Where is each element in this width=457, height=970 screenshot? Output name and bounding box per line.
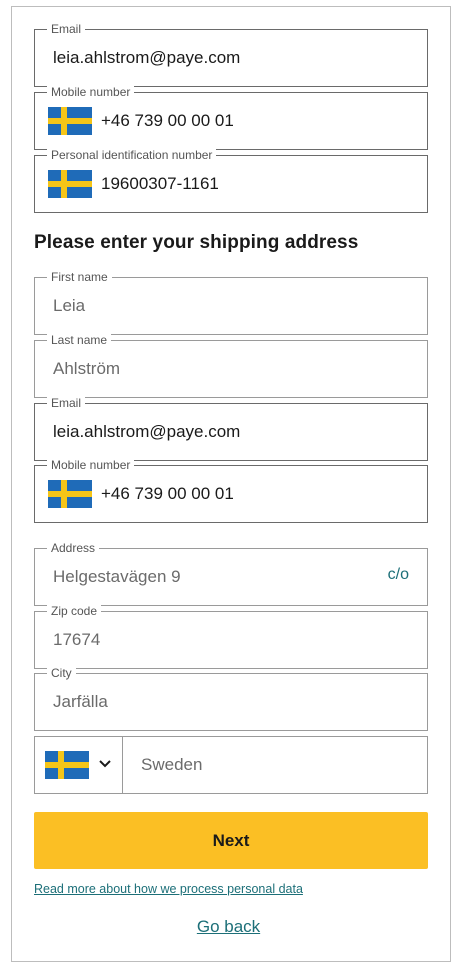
- sweden-flag-icon: [45, 751, 89, 779]
- go-back-link[interactable]: Go back: [0, 917, 457, 937]
- address-field[interactable]: Address Helgestavägen 9 c/o: [34, 541, 428, 606]
- shipping-email-field[interactable]: Email leia.ahlstrom@paye.com: [34, 396, 428, 461]
- privacy-link[interactable]: Read more about how we process personal …: [34, 882, 303, 896]
- sweden-flag-icon: [48, 480, 92, 508]
- last-name-value: Ahlström: [53, 359, 121, 378]
- contact-mobile-field[interactable]: Mobile number +46 739 00 00 01: [34, 85, 428, 150]
- country-picker-button[interactable]: [35, 737, 123, 793]
- contact-pin-value: 19600307-1161: [101, 174, 219, 193]
- country-select: Sweden: [34, 736, 428, 794]
- shipping-mobile-value: +46 739 00 00 01: [101, 484, 234, 503]
- zip-code-field[interactable]: Zip code 17674: [34, 604, 428, 669]
- shipping-mobile-field[interactable]: Mobile number +46 739 00 00 01: [34, 458, 428, 523]
- first-name-field[interactable]: First name Leia: [34, 270, 428, 335]
- care-of-link[interactable]: c/o: [388, 549, 409, 605]
- country-value[interactable]: Sweden: [141, 737, 202, 793]
- contact-pin-field[interactable]: Personal identification number 19600307-…: [34, 148, 428, 213]
- sweden-flag-icon: [48, 107, 92, 135]
- contact-email-field[interactable]: Email leia.ahlstrom@paye.com: [34, 22, 428, 87]
- shipping-heading: Please enter your shipping address: [34, 232, 359, 253]
- last-name-field[interactable]: Last name Ahlström: [34, 333, 428, 398]
- chevron-down-icon: [99, 760, 111, 768]
- contact-mobile-value: +46 739 00 00 01: [101, 111, 234, 130]
- zip-code-value: 17674: [53, 630, 101, 649]
- first-name-value: Leia: [53, 296, 86, 315]
- shipping-email-value: leia.ahlstrom@paye.com: [53, 422, 241, 441]
- city-field[interactable]: City Jarfälla: [34, 666, 428, 731]
- address-value: Helgestavägen 9: [53, 567, 181, 586]
- city-value: Jarfälla: [53, 692, 108, 711]
- contact-email-value: leia.ahlstrom@paye.com: [53, 48, 241, 67]
- next-button[interactable]: Next: [34, 812, 428, 869]
- sweden-flag-icon: [48, 170, 92, 198]
